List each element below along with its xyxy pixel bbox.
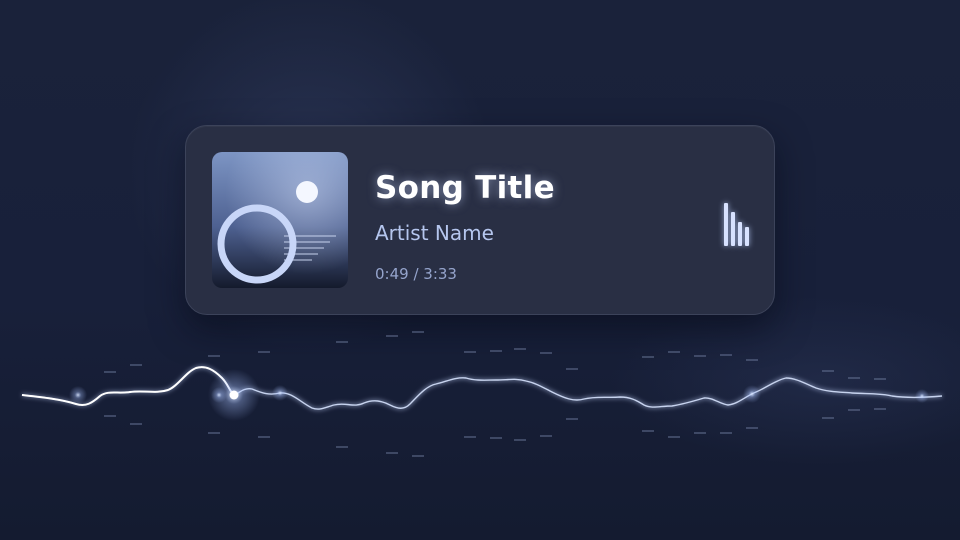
glow-orb bbox=[272, 385, 288, 401]
waveform-played-highlight bbox=[21, 366, 235, 406]
playhead-dot bbox=[229, 390, 239, 400]
music-visualizer-screen: Song Title Artist Name 0:49 / 3:33 bbox=[0, 0, 960, 540]
waveform-visualizer bbox=[21, 331, 943, 457]
album-art bbox=[212, 152, 348, 288]
now-playing-card[interactable]: Song Title Artist Name 0:49 / 3:33 bbox=[185, 125, 775, 315]
waveform-line-glow bbox=[21, 365, 943, 411]
equalizer-icon[interactable] bbox=[724, 194, 754, 246]
song-title: Song Title bbox=[375, 170, 555, 206]
glow-orb bbox=[915, 389, 929, 403]
equalizer-bar bbox=[724, 203, 728, 246]
album-art-icon bbox=[212, 152, 348, 288]
equalizer-bar bbox=[738, 222, 742, 246]
equalizer-bar bbox=[745, 227, 749, 246]
waveform-line bbox=[21, 366, 943, 410]
playback-time: 0:49 / 3:33 bbox=[375, 265, 457, 283]
equalizer-bar bbox=[731, 212, 735, 246]
artist-name: Artist Name bbox=[375, 221, 494, 245]
glow-orb bbox=[743, 385, 761, 403]
glow-orb bbox=[69, 386, 87, 404]
glow-orb bbox=[211, 387, 227, 403]
